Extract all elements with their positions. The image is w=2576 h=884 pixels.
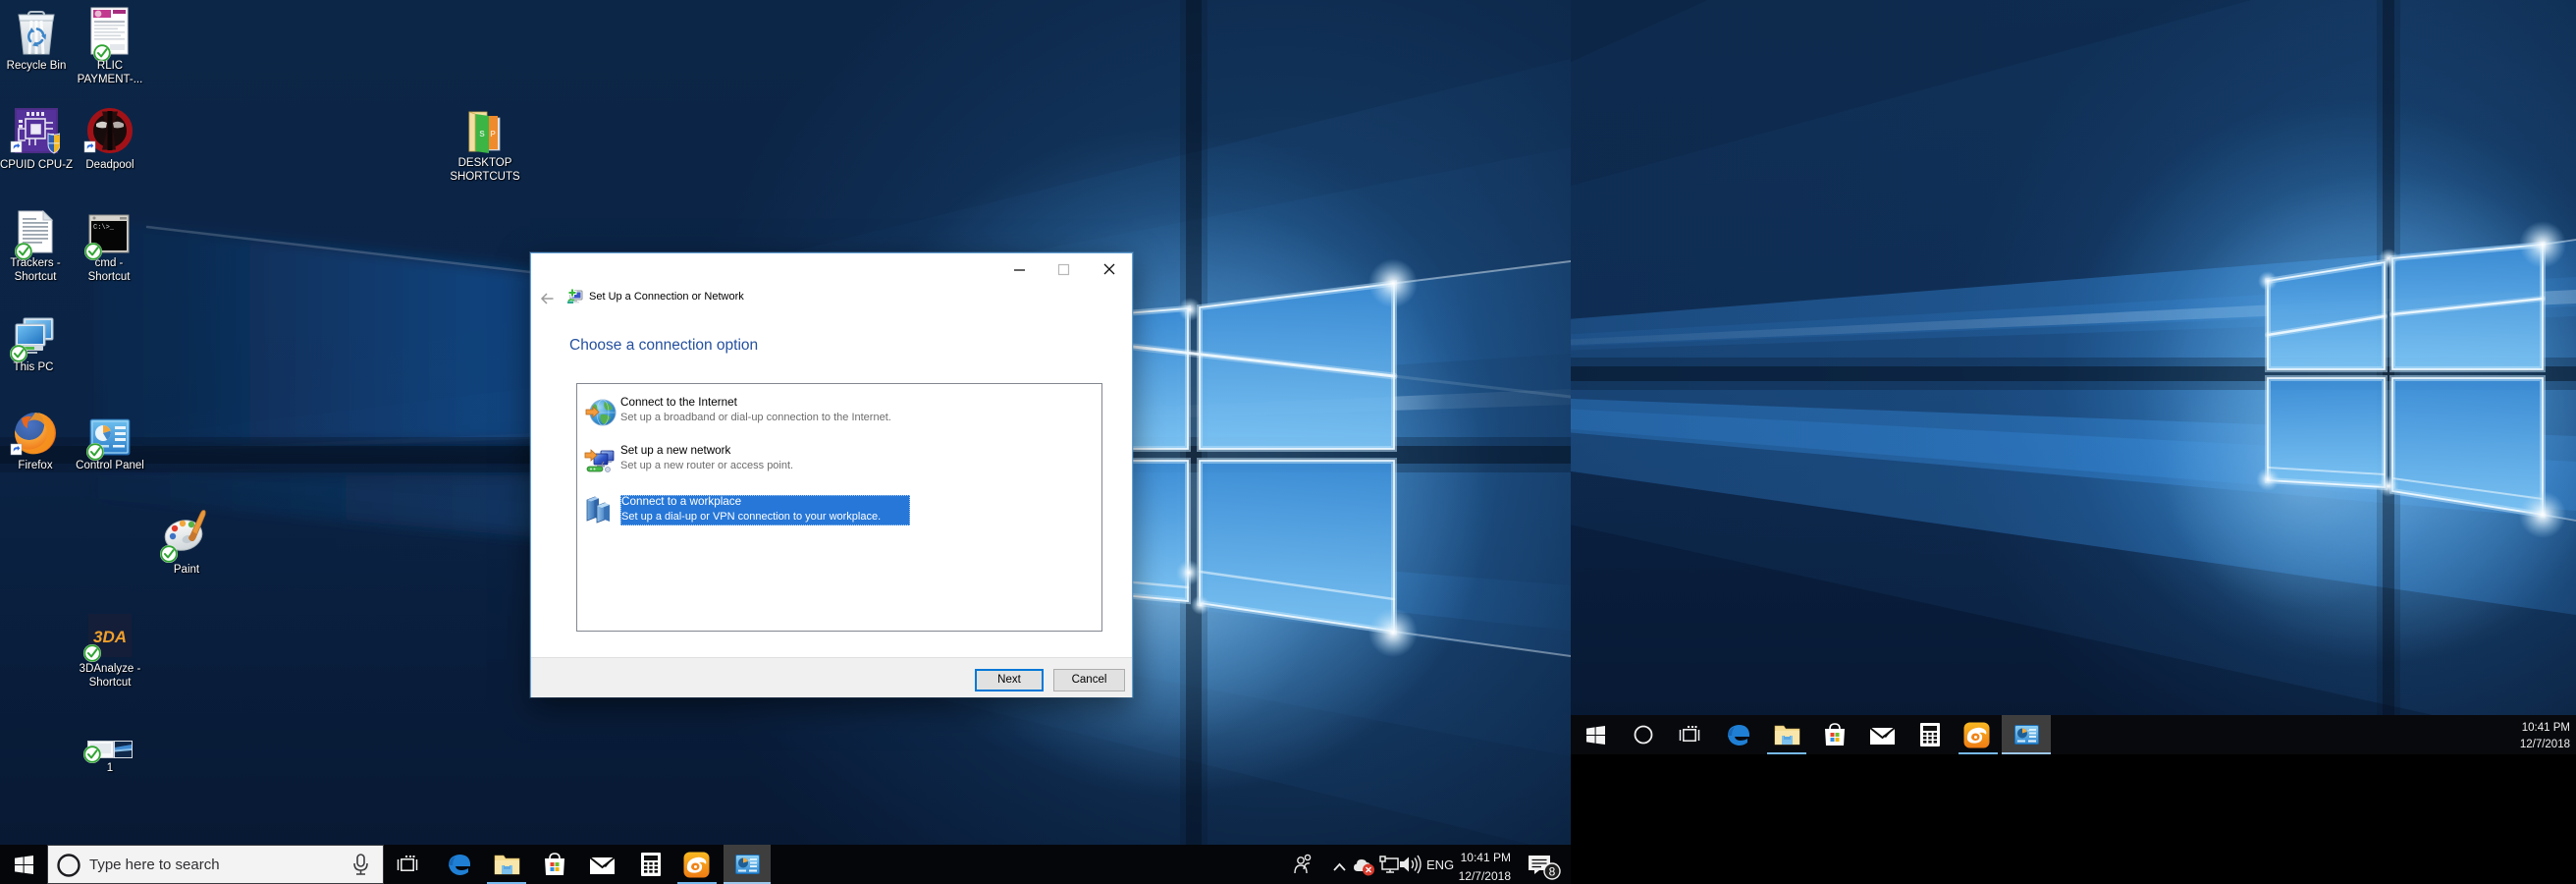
svg-text:P: P <box>490 130 496 138</box>
svg-text:C:\>_: C:\>_ <box>93 224 115 232</box>
svg-text:8: 8 <box>1549 865 1556 879</box>
svg-text:S: S <box>479 130 485 138</box>
